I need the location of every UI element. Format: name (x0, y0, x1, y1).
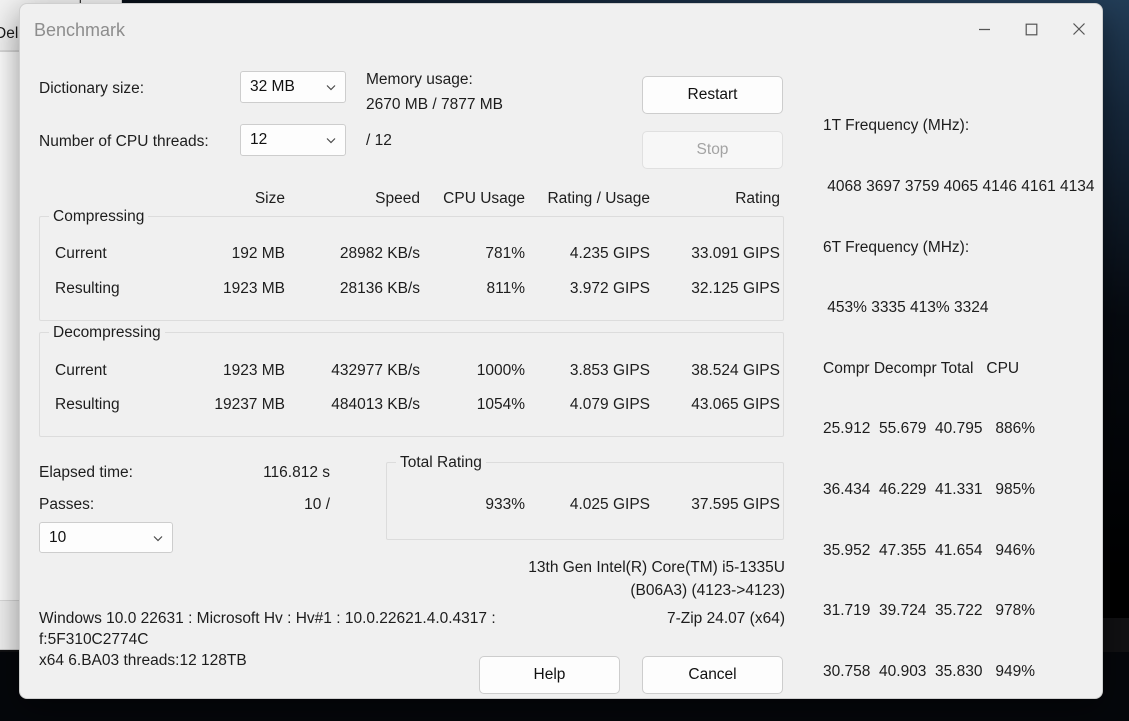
log-column-headers: Compr Decompr Total CPU (823, 359, 1020, 377)
window-controls (961, 4, 1102, 54)
log-row: 31.719 39.724 35.722 978% (823, 602, 1036, 620)
toolbar-delete-label[interactable]: Del (0, 25, 18, 43)
dialog-content: Dictionary size: 32 MB Memory usage: 267… (20, 54, 1102, 698)
decompressing-group: Decompressing (39, 324, 784, 437)
log-row: 25.912 55.679 40.795 886% (823, 420, 1036, 438)
compressing-row-resulting-rating-usage: 3.972 GIPS (569, 280, 650, 297)
decompressing-row-resulting-speed: 484013 KB/s (331, 396, 420, 413)
os-hash-line: f:5F310C2774C (39, 631, 149, 648)
total-rating-cpu: 933% (485, 496, 525, 513)
decompressing-row-current-rating-usage: 3.853 GIPS (569, 362, 650, 379)
compressing-group: Compressing (39, 208, 784, 321)
compressing-row-current-rating-usage: 4.235 GIPS (569, 245, 650, 262)
log-row: 30.758 40.903 35.830 949% (823, 662, 1036, 680)
column-header-cpu-usage: CPU Usage (443, 190, 525, 207)
dialog-title: Benchmark (34, 20, 126, 40)
decompressing-row-current-label: Current (55, 362, 107, 379)
dialog-titlebar[interactable]: Benchmark (20, 4, 1102, 54)
decompressing-row-resulting-label: Resulting (55, 396, 120, 413)
os-version-line: Windows 10.0 22631 : Microsoft Hv : Hv#1… (39, 610, 496, 627)
log-freq-6t-values: 453% 3335 413% 3324 (823, 299, 989, 317)
arch-line: x64 6.BA03 threads:12 128TB (39, 652, 247, 669)
column-header-rating: Rating (735, 190, 780, 207)
compressing-row-current-speed: 28982 KB/s (339, 245, 420, 262)
close-icon[interactable] (1055, 4, 1102, 54)
decompressing-row-current-cpu: 1000% (476, 362, 525, 379)
chevron-down-icon (326, 85, 336, 91)
compressing-caption: Compressing (49, 208, 149, 226)
app-version: 7-Zip 24.07 (x64) (666, 610, 785, 627)
passes-select-value: 10 (49, 528, 67, 546)
dictionary-size-value: 32 MB (250, 78, 295, 95)
decompressing-row-current-size: 1923 MB (222, 362, 285, 379)
log-freq-1t-label: 1T Frequency (MHz): (823, 117, 970, 135)
chevron-down-icon (153, 535, 163, 541)
dictionary-size-label: Dictionary size: (39, 80, 145, 97)
compressing-row-resulting-rating: 32.125 GIPS (691, 280, 780, 297)
compressing-row-resulting-size: 1923 MB (222, 280, 285, 297)
compressing-row-resulting-cpu: 811% (486, 280, 526, 297)
restart-button[interactable]: Restart (642, 76, 783, 114)
memory-usage-value: 2670 MB / 7877 MB (366, 96, 503, 113)
decompressing-row-current-rating: 38.524 GIPS (691, 362, 780, 379)
dictionary-size-select[interactable]: 32 MB (240, 71, 346, 103)
column-header-speed: Speed (375, 190, 420, 207)
help-button[interactable]: Help (479, 656, 620, 694)
stop-button[interactable]: Stop (642, 131, 783, 169)
column-header-rating-usage: Rating / Usage (547, 190, 650, 207)
log-freq-1t-values: 4068 3697 3759 4065 4146 4161 4134 (823, 178, 1095, 196)
elapsed-time-label: Elapsed time: (39, 464, 133, 481)
cpu-threads-value: 12 (250, 131, 268, 148)
cpu-threads-total: / 12 (366, 132, 392, 149)
decompressing-row-current-speed: 432977 KB/s (331, 362, 420, 379)
minimize-icon[interactable] (961, 4, 1008, 54)
cpu-threads-label: Number of CPU threads: (39, 133, 209, 150)
screen: Help ❯ Del Benchmark Dic (0, 0, 1129, 721)
decompressing-row-resulting-size: 19237 MB (214, 396, 285, 413)
total-rating-value: 37.595 GIPS (691, 496, 780, 513)
compressing-row-resulting-speed: 28136 KB/s (339, 280, 420, 297)
decompressing-row-resulting-rating: 43.065 GIPS (691, 396, 780, 413)
compressing-row-resulting-label: Resulting (55, 280, 120, 297)
passes-label: Passes: (39, 496, 95, 513)
column-header-size: Size (254, 190, 285, 207)
compressing-row-current-label: Current (55, 245, 107, 262)
log-row: 35.952 47.355 41.654 946% (823, 541, 1036, 559)
cpu-threads-select[interactable]: 12 (240, 124, 346, 156)
benchmark-log-column: 1T Frequency (MHz): 4068 3697 3759 4065 … (823, 76, 1095, 698)
passes-value: 10 / (304, 496, 330, 513)
cpu-name: 13th Gen Intel(R) Core(TM) i5-1335U (528, 559, 785, 576)
chevron-down-icon (326, 138, 336, 144)
cpu-detail: (B06A3) (4123->4123) (630, 582, 785, 599)
decompressing-row-resulting-cpu: 1054% (476, 396, 525, 413)
log-freq-6t-label: 6T Frequency (MHz): (823, 238, 970, 256)
compressing-row-current-rating: 33.091 GIPS (691, 245, 780, 262)
passes-select[interactable]: 10 (39, 522, 173, 553)
compressing-row-current-cpu: 781% (485, 245, 525, 262)
total-rating-caption: Total Rating (396, 454, 486, 472)
benchmark-dialog: Benchmark Dictionary size: 32 MB Memory … (19, 3, 1103, 699)
elapsed-time-value: 116.812 s (263, 464, 330, 481)
compressing-row-current-size: 192 MB (231, 245, 285, 262)
decompressing-row-resulting-rating-usage: 4.079 GIPS (569, 396, 650, 413)
log-row: 36.434 46.229 41.331 985% (823, 481, 1036, 499)
memory-usage-label: Memory usage: (366, 71, 473, 88)
cancel-button[interactable]: Cancel (642, 656, 783, 694)
maximize-icon[interactable] (1008, 4, 1055, 54)
decompressing-caption: Decompressing (49, 324, 165, 342)
total-rating-usage: 4.025 GIPS (569, 496, 650, 513)
